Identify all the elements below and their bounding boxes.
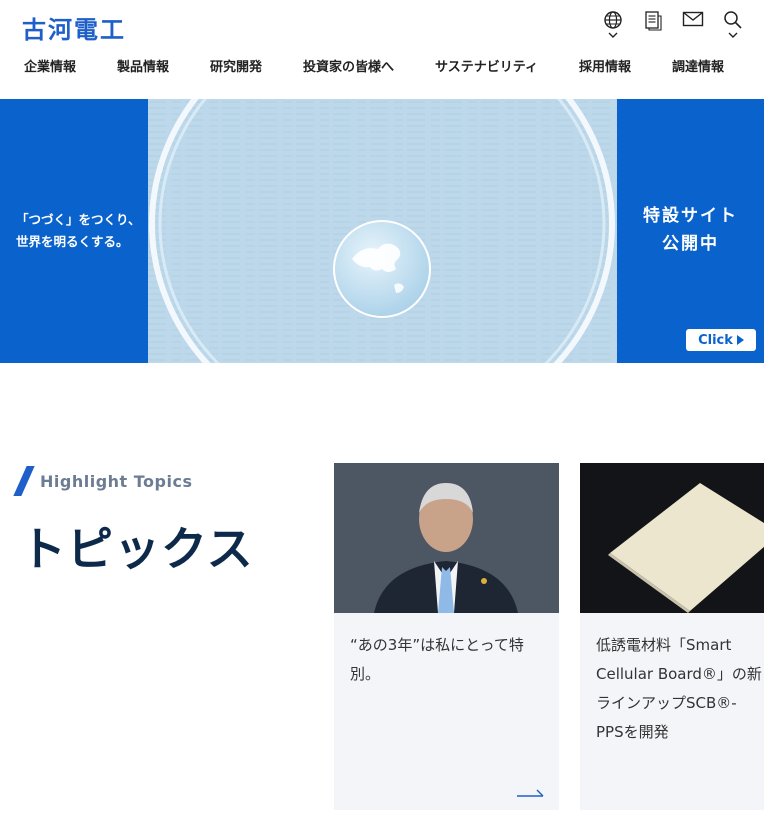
special-site-line1: 特設サイト xyxy=(643,206,738,226)
contact-button[interactable] xyxy=(680,10,706,46)
globe-icon xyxy=(604,11,622,29)
documents-button[interactable] xyxy=(640,10,666,46)
utility-menu xyxy=(600,10,746,46)
hero-illustration xyxy=(148,99,617,363)
nav-item-procurement[interactable]: 調達情報 xyxy=(672,56,724,75)
special-site-promo: 特設サイト 公開中 Click xyxy=(617,99,764,363)
chevron-down-icon xyxy=(728,32,738,38)
nav-item-sustainability[interactable]: サステナビリティ xyxy=(435,56,538,75)
topic-card-image xyxy=(334,463,559,613)
topic-card-caption: “あの3年”は私にとって特別。 xyxy=(350,636,524,683)
globe-illustration xyxy=(148,99,617,363)
mail-icon xyxy=(682,11,704,27)
nav-item-investors[interactable]: 投資家の皆様へ xyxy=(303,56,394,75)
play-arrow-icon xyxy=(736,335,744,345)
search-button[interactable] xyxy=(720,10,746,46)
nav-item-products[interactable]: 製品情報 xyxy=(117,56,169,75)
special-site-line2: 公開中 xyxy=(662,234,719,254)
nav-item-company[interactable]: 企業情報 xyxy=(24,56,76,75)
material-board-photo xyxy=(580,463,764,613)
section-eyebrow: Highlight Topics xyxy=(13,466,193,496)
eyebrow-text: Highlight Topics xyxy=(40,471,193,491)
special-site-title: 特設サイト 公開中 xyxy=(617,202,764,258)
click-button[interactable]: Click xyxy=(686,329,756,351)
hero-tagline-line1: 「つづく」をつくり、 xyxy=(16,212,141,227)
topic-card-image xyxy=(580,463,764,613)
chevron-down-icon xyxy=(608,32,618,38)
slash-accent-icon xyxy=(13,466,35,496)
hero-tagline-line2: 世界を明るくする。 xyxy=(16,234,129,249)
click-button-label: Click xyxy=(698,332,733,348)
search-icon xyxy=(724,11,742,29)
arrow-right-icon xyxy=(517,789,544,797)
portrait-photo xyxy=(334,463,559,613)
section-title: トピックス xyxy=(20,522,254,576)
company-logo[interactable]: 古河電工 xyxy=(22,12,126,44)
topic-card[interactable]: “あの3年”は私にとって特別。 xyxy=(334,463,559,810)
language-button[interactable] xyxy=(600,10,626,46)
hero-tagline: 「つづく」をつくり、 世界を明るくする。 xyxy=(0,99,148,363)
logo-text: 古河電工 xyxy=(22,15,126,44)
global-nav: 企業情報 製品情報 研究開発 投資家の皆様へ サステナビリティ 採用情報 調達情… xyxy=(24,56,724,75)
hero-banner[interactable]: 「つづく」をつくり、 世界を明るくする。 特設サイト 公開中 Click xyxy=(0,99,764,363)
document-icon xyxy=(645,11,662,31)
topic-card-caption: 低誘電材料「Smart Cellular Board®」の新ラインアップSCB®… xyxy=(596,636,762,741)
nav-item-research[interactable]: 研究開発 xyxy=(210,56,262,75)
nav-item-careers[interactable]: 採用情報 xyxy=(579,56,631,75)
topic-card[interactable]: 低誘電材料「Smart Cellular Board®」の新ラインアップSCB®… xyxy=(580,463,764,810)
